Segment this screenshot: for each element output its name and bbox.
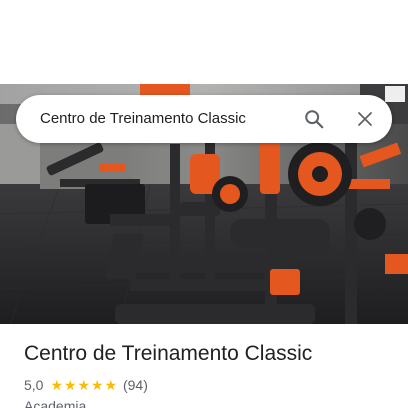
star-rating: ★ ★ ★ ★ ★ <box>50 378 118 392</box>
star-icon: ★ <box>63 377 77 393</box>
search-button[interactable] <box>298 103 330 135</box>
review-count[interactable]: (94) <box>123 377 148 393</box>
top-blank-area <box>0 0 408 84</box>
place-category: Academia <box>24 398 87 408</box>
star-icon: ★ <box>104 377 118 393</box>
clear-search-button[interactable] <box>349 103 381 135</box>
star-icon: ★ <box>77 377 91 393</box>
star-icon: ★ <box>90 377 104 393</box>
place-info-panel: Centro de Treinamento Classic 5,0 ★ ★ ★ … <box>0 324 408 408</box>
place-title: Centro de Treinamento Classic <box>24 342 313 365</box>
search-icon <box>305 110 324 129</box>
close-icon <box>358 112 372 126</box>
search-bar[interactable]: Centro de Treinamento Classic <box>16 95 392 143</box>
rating-row[interactable]: 5,0 ★ ★ ★ ★ ★ (94) <box>24 376 148 394</box>
search-input[interactable]: Centro de Treinamento Classic <box>40 95 246 143</box>
star-icon: ★ <box>50 377 64 393</box>
rating-value: 5,0 <box>24 377 44 393</box>
